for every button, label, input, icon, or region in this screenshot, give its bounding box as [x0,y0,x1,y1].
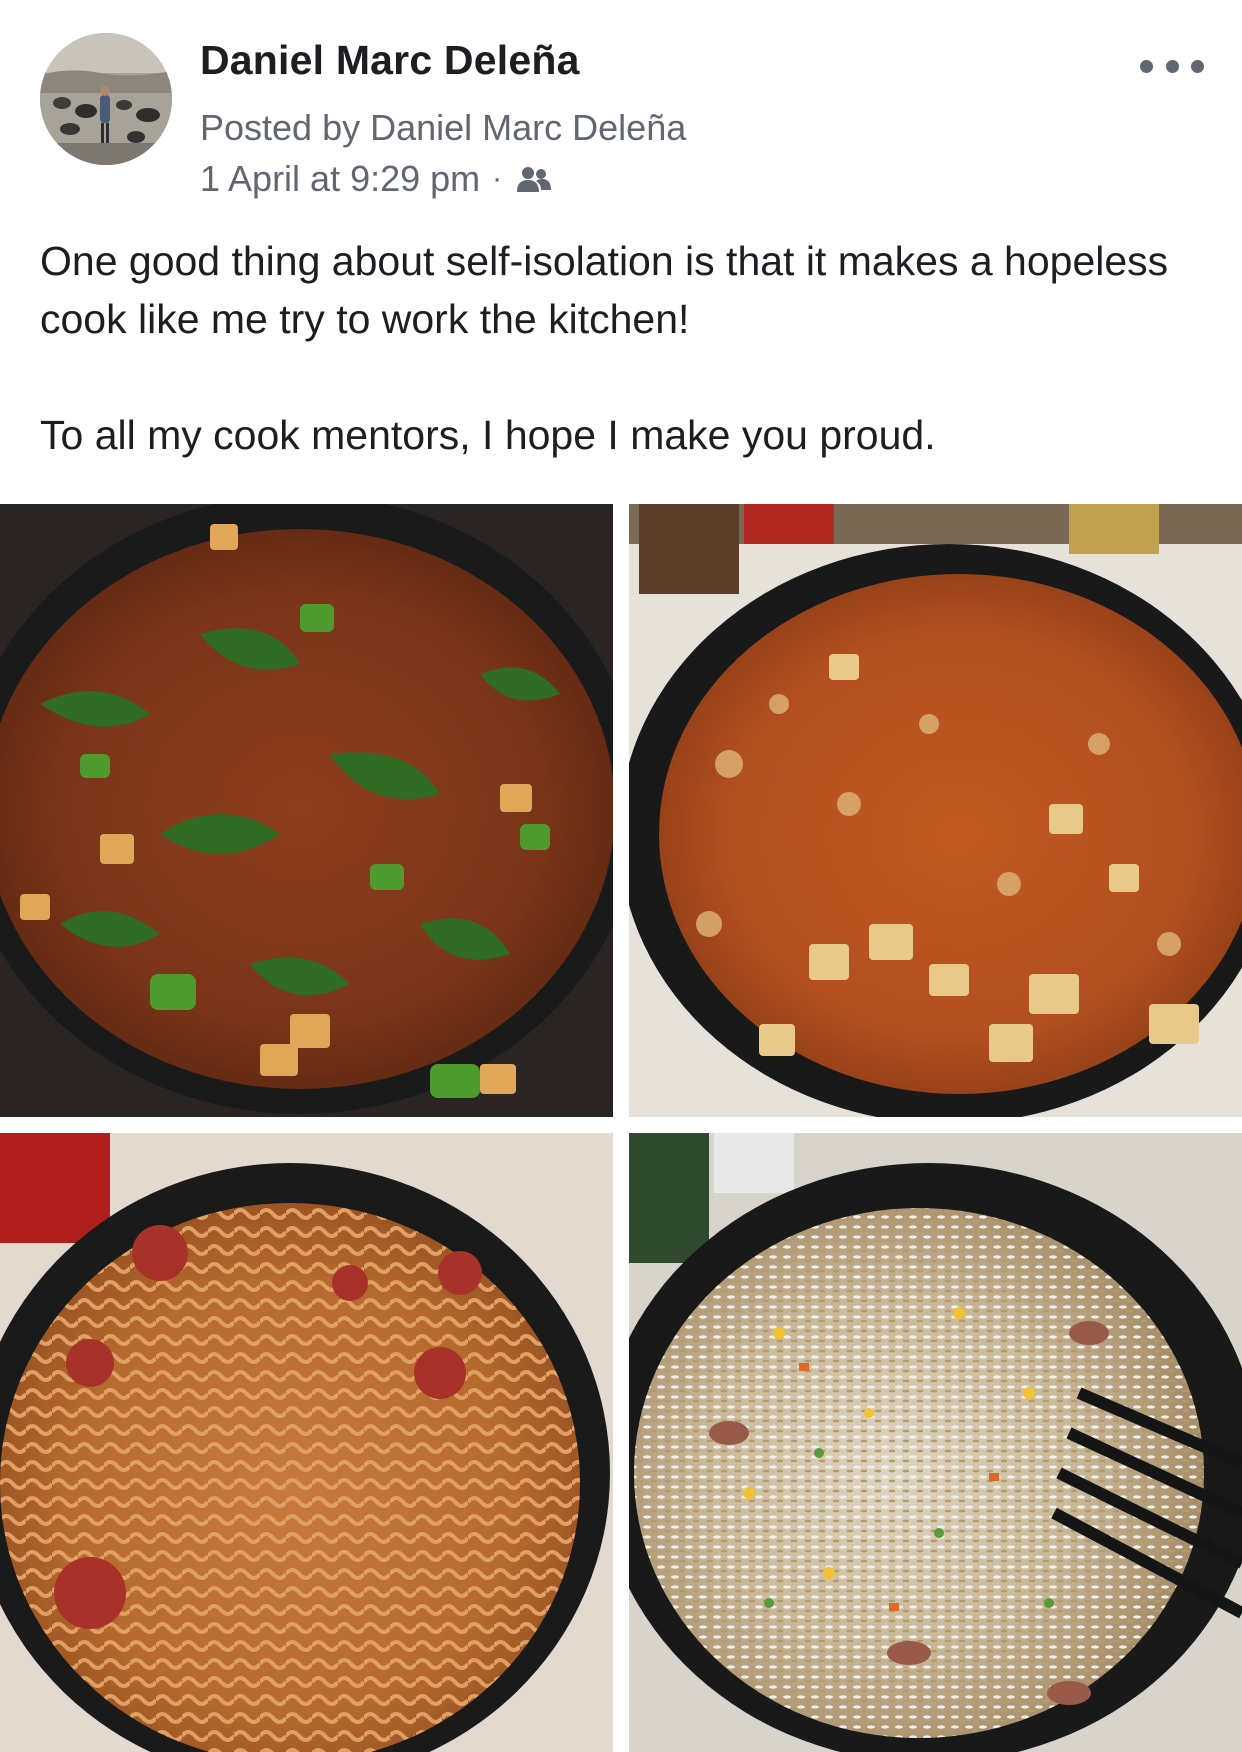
more-dot [1165,59,1179,73]
more-dot [1191,59,1204,73]
avatar-image [40,33,172,165]
photo-grid [0,504,1242,1752]
photo-fusilli-pasta[interactable] [0,1133,613,1752]
meta-separator: · [492,162,503,195]
posted-by-line[interactable]: Posted by Daniel Marc Deleña [200,107,686,149]
avatar[interactable] [40,33,172,165]
group-icon[interactable] [516,166,552,194]
post-header: Daniel Marc Deleña Posted by Daniel Marc… [0,0,1242,210]
post-timestamp[interactable]: 1 April at 9:29 pm [200,158,480,200]
post-paragraph: To all my cook mentors, I hope I make yo… [40,412,936,458]
photo-mince-spinach[interactable] [0,504,613,1117]
more-dot [1140,59,1153,73]
more-options-icon[interactable] [1140,52,1204,80]
author-name[interactable]: Daniel Marc Deleña [200,37,580,84]
photo-fried-rice[interactable] [629,1133,1242,1752]
post-text: One good thing about self-isolation is t… [40,232,1210,464]
post-paragraph: One good thing about self-isolation is t… [40,238,1169,342]
post-meta: 1 April at 9:29 pm · [200,158,552,200]
photo-mince-stew[interactable] [629,504,1242,1117]
